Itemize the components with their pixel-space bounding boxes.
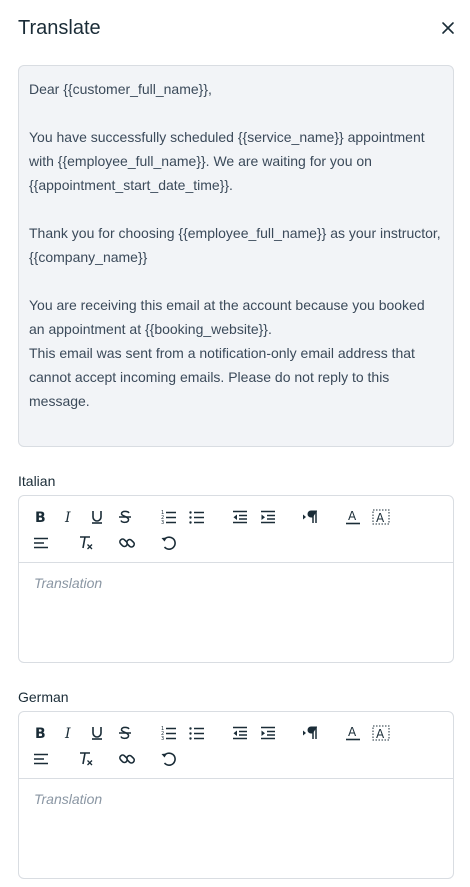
underline-button[interactable] <box>86 506 108 528</box>
indent-button[interactable] <box>257 506 279 528</box>
german-label: German <box>18 689 69 705</box>
close-icon <box>442 22 454 34</box>
font-color-icon: A <box>346 725 360 741</box>
align-button[interactable] <box>30 748 52 770</box>
background-color-button[interactable]: A <box>370 722 392 744</box>
svg-text:3: 3 <box>161 736 164 742</box>
undo-button[interactable] <box>158 532 180 554</box>
outdent-button[interactable] <box>229 506 251 528</box>
link-icon <box>119 754 135 764</box>
clear-format-icon <box>80 752 93 766</box>
svg-text:B: B <box>35 726 46 742</box>
clear-format-icon <box>80 536 93 550</box>
italic-button[interactable]: I <box>58 722 80 744</box>
bullet-list-icon <box>189 511 204 524</box>
ordered-list-button[interactable]: 123 <box>158 722 180 744</box>
german-translation-input[interactable]: Translation <box>19 779 453 819</box>
background-color-icon: A <box>372 509 390 525</box>
ordered-list-icon: 123 <box>161 510 176 526</box>
underline-icon <box>92 511 102 524</box>
underline-icon <box>92 727 102 740</box>
original-paragraph: You have successfully scheduled {{servic… <box>29 129 429 193</box>
indent-icon <box>261 510 275 524</box>
outdent-button[interactable] <box>229 722 251 744</box>
text-direction-button[interactable] <box>300 506 322 528</box>
bullet-list-button[interactable] <box>186 506 208 528</box>
svg-text:I: I <box>64 510 71 526</box>
editor-toolbar: B I 123 A A <box>19 712 453 779</box>
ordered-list-button[interactable]: 123 <box>158 506 180 528</box>
underline-button[interactable] <box>86 722 108 744</box>
strikethrough-button[interactable] <box>114 722 136 744</box>
link-button[interactable] <box>116 532 138 554</box>
close-button[interactable] <box>438 18 458 38</box>
undo-icon <box>161 536 176 550</box>
undo-icon <box>161 752 176 766</box>
indent-button[interactable] <box>257 722 279 744</box>
italian-translation-input[interactable]: Translation <box>19 563 453 603</box>
link-button[interactable] <box>116 748 138 770</box>
bold-button[interactable]: B <box>30 722 52 744</box>
align-left-icon <box>34 753 48 765</box>
german-editor: B I 123 A A Translation <box>18 711 454 879</box>
bullet-list-icon <box>189 727 204 740</box>
ordered-list-icon: 123 <box>161 726 176 742</box>
svg-text:A: A <box>348 725 357 739</box>
align-left-icon <box>34 537 48 549</box>
align-button[interactable] <box>30 532 52 554</box>
text-direction-button[interactable] <box>300 722 322 744</box>
svg-text:3: 3 <box>161 520 164 526</box>
italic-icon: I <box>64 510 71 526</box>
font-color-icon: A <box>346 509 360 525</box>
link-icon <box>119 538 135 548</box>
outdent-icon <box>233 510 247 524</box>
dialog-title: Translate <box>18 17 101 39</box>
svg-text:I: I <box>64 726 71 742</box>
outdent-icon <box>233 726 247 740</box>
paragraph-direction-icon <box>303 726 317 739</box>
editor-toolbar: B I 123 A A <box>19 496 453 563</box>
strikethrough-icon <box>119 510 131 524</box>
strikethrough-button[interactable] <box>114 506 136 528</box>
background-color-icon: A <box>372 725 390 741</box>
italian-editor: B I 123 A A Translation <box>18 495 454 663</box>
svg-text:A: A <box>376 727 385 741</box>
original-text-panel: Dear {{customer_full_name}}, You have su… <box>18 65 454 447</box>
indent-icon <box>261 726 275 740</box>
undo-button[interactable] <box>158 748 180 770</box>
bullet-list-button[interactable] <box>186 722 208 744</box>
italic-button[interactable]: I <box>58 506 80 528</box>
svg-text:B: B <box>35 510 46 526</box>
font-color-button[interactable]: A <box>342 722 364 744</box>
bold-button[interactable]: B <box>30 506 52 528</box>
clear-format-button[interactable] <box>75 532 97 554</box>
original-paragraph: You are receiving this email at the acco… <box>29 297 425 409</box>
original-paragraph: Dear {{customer_full_name}}, <box>29 81 212 97</box>
dialog-header: Translate <box>18 14 458 42</box>
background-color-button[interactable]: A <box>370 506 392 528</box>
bold-icon: B <box>35 510 46 526</box>
font-color-button[interactable]: A <box>342 506 364 528</box>
original-paragraph: Thank you for choosing {{employee_full_n… <box>29 225 441 265</box>
bold-icon: B <box>35 726 46 742</box>
italian-label: Italian <box>18 473 56 489</box>
strikethrough-icon <box>119 726 131 740</box>
svg-text:A: A <box>376 511 385 525</box>
clear-format-button[interactable] <box>75 748 97 770</box>
svg-text:A: A <box>348 509 357 523</box>
italic-icon: I <box>64 726 71 742</box>
paragraph-direction-icon <box>303 510 317 523</box>
